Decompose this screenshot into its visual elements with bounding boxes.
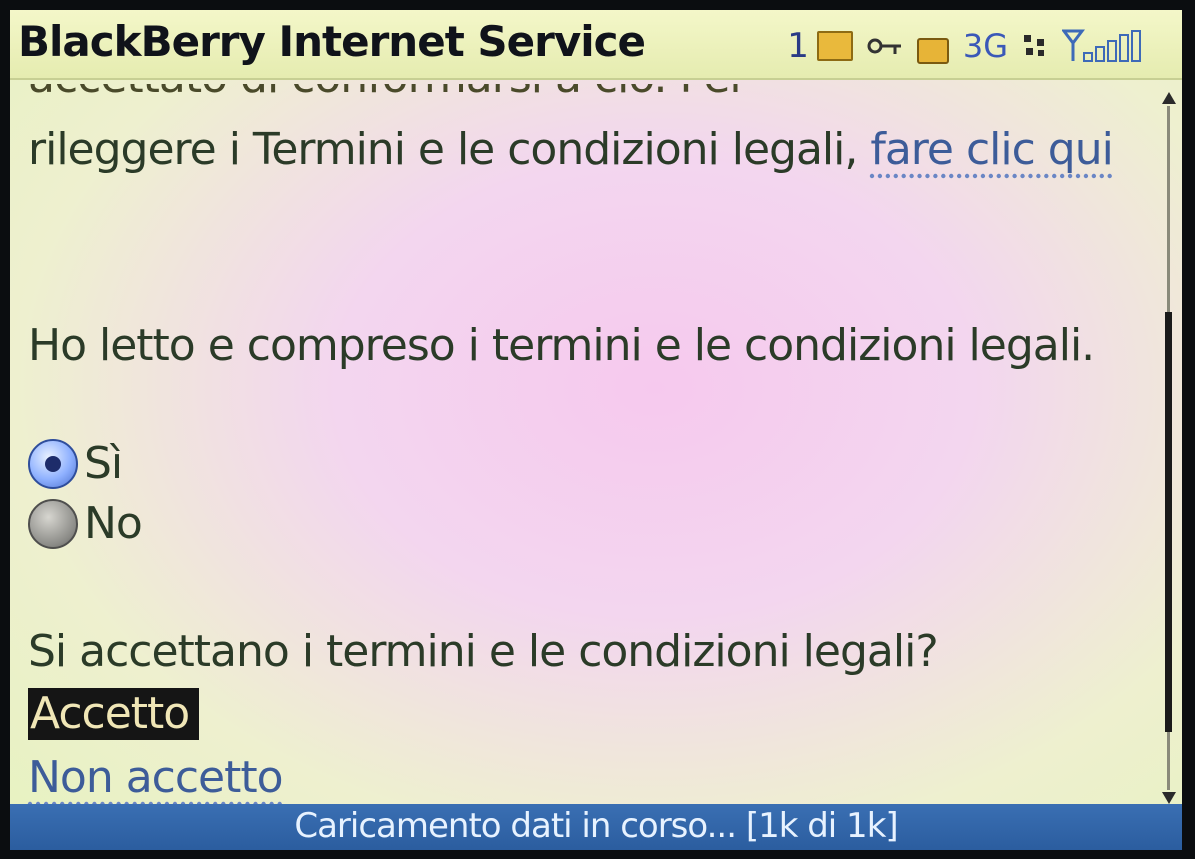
page-content: accettato di conformarsi a ciò. Per rile… — [20, 74, 1155, 804]
read-question: Ho letto e compreso i termini e le condi… — [28, 320, 1095, 371]
network-type: 3G — [962, 27, 1008, 65]
radio-option-no[interactable]: No — [28, 496, 143, 552]
partial-text: accettato di conformarsi a ciò. Per — [28, 84, 748, 103]
terms-paragraph: rileggere i Termini e le condizioni lega… — [28, 122, 1128, 178]
scroll-down-icon[interactable] — [1162, 792, 1176, 804]
radio-option-si[interactable]: Sì — [28, 436, 123, 492]
title-bar: BlackBerry Internet Service 1 3G — [10, 10, 1182, 80]
partial-text-line: accettato di conformarsi a ciò. Per — [28, 84, 948, 106]
radio-label-no: No — [84, 498, 143, 549]
status-icons: 1 3G — [787, 26, 1142, 66]
accept-question: Si accettano i termini e le condizioni l… — [28, 626, 939, 677]
terms-text: rileggere i Termini e le condizioni lega… — [28, 124, 871, 175]
lock-icon — [916, 38, 949, 64]
app-title: BlackBerry Internet Service — [18, 17, 646, 66]
reject-link[interactable]: Non accetto — [28, 750, 284, 806]
unread-message-icon — [816, 31, 853, 61]
device-screen: BlackBerry Internet Service 1 3G accetta… — [10, 10, 1182, 850]
data-activity-icon — [1022, 33, 1048, 59]
loading-status-bar: Caricamento dati in corso... [1k di 1k] — [10, 804, 1182, 850]
accept-button[interactable]: Accetto — [28, 688, 200, 740]
message-count: 1 — [787, 26, 809, 66]
scroll-thumb[interactable] — [1165, 312, 1172, 732]
radio-button[interactable] — [28, 499, 78, 549]
scroll-up-icon[interactable] — [1162, 92, 1176, 104]
key-icon — [867, 34, 903, 58]
terms-link[interactable]: fare clic qui — [870, 124, 1113, 175]
vertical-scrollbar[interactable] — [1162, 92, 1176, 804]
radio-button-selected[interactable] — [28, 439, 78, 489]
signal-strength-icon — [1061, 29, 1142, 63]
radio-label-si: Sì — [84, 438, 123, 489]
